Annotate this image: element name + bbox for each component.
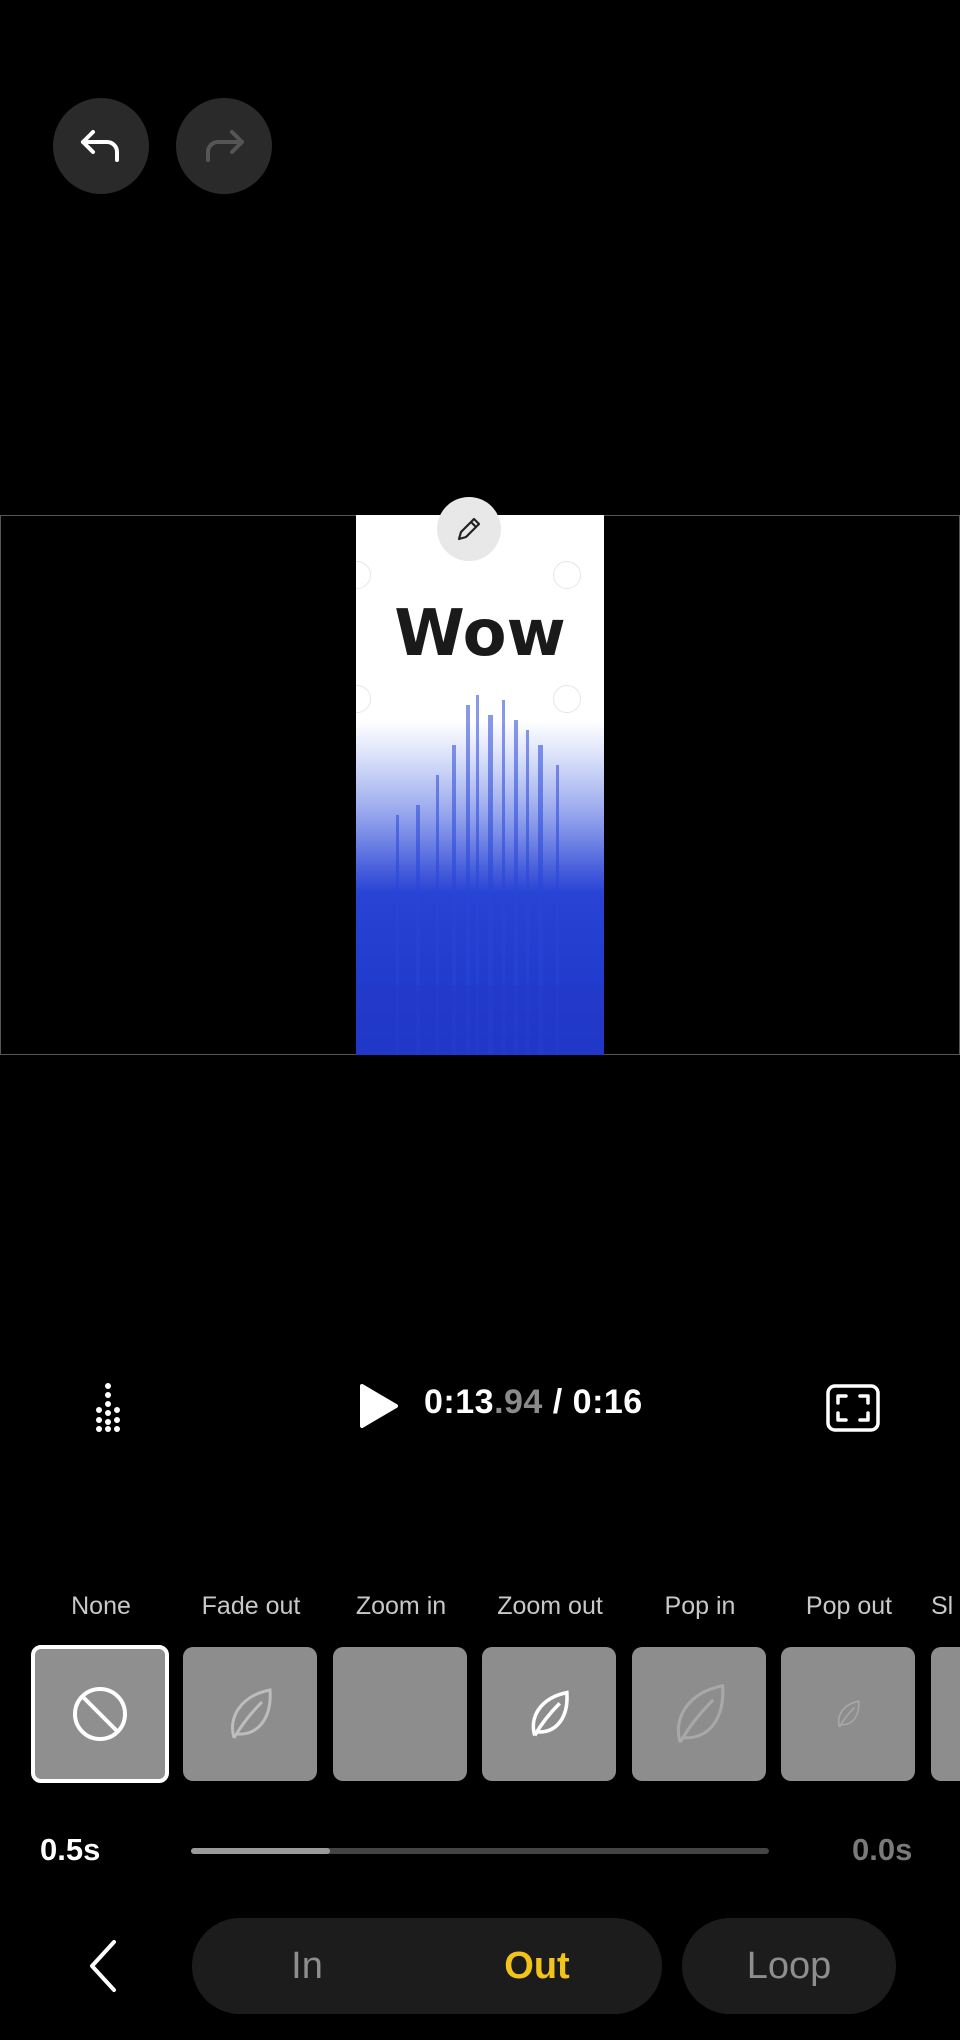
effect-thumbnail[interactable] xyxy=(333,1647,467,1781)
effect-none[interactable]: None xyxy=(31,1590,169,1783)
time-current: 0:13 xyxy=(424,1383,495,1421)
effect-thumbnail[interactable] xyxy=(632,1647,766,1781)
edit-text-button[interactable] xyxy=(437,497,501,561)
undo-arrow-icon xyxy=(81,130,119,162)
effect-fade-out[interactable]: Fade out xyxy=(183,1590,319,1781)
effect-label: Pop out xyxy=(805,1592,893,1620)
leaf-icon xyxy=(531,1690,569,1737)
playback-controls: 0:13.94 / 0:16 xyxy=(0,1370,960,1442)
playback-time: 0:13.94 / 0:16 xyxy=(424,1383,643,1422)
clip-text-overlay[interactable]: Wow xyxy=(356,597,604,671)
redo-button[interactable] xyxy=(176,98,272,194)
redo-arrow-icon xyxy=(206,130,244,162)
none-icon xyxy=(73,1687,127,1741)
tab-out[interactable]: Out xyxy=(422,1918,652,2014)
effects-strip[interactable]: None Fade out Zoom in Zoom out Pop in Po… xyxy=(0,1590,960,1790)
duration-max: 0.0s xyxy=(852,1832,913,1867)
effect-label: Zoom in xyxy=(355,1592,447,1620)
play-icon[interactable] xyxy=(356,1382,400,1430)
dots-menu-icon[interactable] xyxy=(88,1382,128,1432)
resize-handle-bottom-right[interactable] xyxy=(553,685,581,713)
effect-label: None xyxy=(71,1592,131,1620)
effect-thumbnail[interactable] xyxy=(183,1647,317,1781)
effect-zoom-in[interactable]: Zoom in xyxy=(333,1590,469,1781)
time-fraction: .94 xyxy=(494,1383,543,1421)
fullscreen-icon[interactable] xyxy=(826,1384,880,1432)
effect-label: Fade out xyxy=(201,1592,301,1620)
duration-control: 0.5s 0.0s xyxy=(0,1820,960,1880)
tab-loop[interactable]: Loop xyxy=(682,1918,896,2014)
effect-label: Zoom out xyxy=(497,1592,603,1620)
pencil-icon xyxy=(457,517,481,541)
effect-thumbnail[interactable] xyxy=(781,1647,915,1781)
duration-slider-fill xyxy=(191,1848,330,1854)
effect-zoom-out[interactable]: Zoom out xyxy=(482,1590,618,1781)
leaf-icon xyxy=(837,1700,860,1728)
leaf-icon xyxy=(676,1683,725,1744)
effect-thumbnail[interactable] xyxy=(482,1647,616,1781)
effect-pop-out[interactable]: Pop out xyxy=(781,1590,917,1781)
effect-pop-in[interactable]: Pop in xyxy=(632,1590,768,1781)
duration-slider[interactable] xyxy=(191,1848,769,1854)
video-clip[interactable]: Wow xyxy=(356,515,604,1055)
time-total: / 0:16 xyxy=(542,1383,643,1421)
leaf-icon xyxy=(231,1688,272,1739)
undo-button[interactable] xyxy=(53,98,149,194)
animation-type-toggle: In Out xyxy=(192,1918,662,2014)
back-chevron-icon[interactable] xyxy=(80,1936,130,1996)
effect-thumbnail[interactable] xyxy=(31,1645,169,1783)
effect-label: Pop in xyxy=(664,1592,736,1620)
resize-handle-top-right[interactable] xyxy=(553,561,581,589)
effect-slide[interactable]: Sl xyxy=(931,1590,960,1781)
duration-value: 0.5s xyxy=(40,1832,101,1867)
effect-thumbnail[interactable] xyxy=(931,1647,960,1781)
clip-artwork xyxy=(356,695,604,1055)
tab-in[interactable]: In xyxy=(192,1918,422,2014)
effect-label: Sl xyxy=(931,1592,954,1620)
bottom-nav: In Out Loop xyxy=(0,1916,960,2016)
